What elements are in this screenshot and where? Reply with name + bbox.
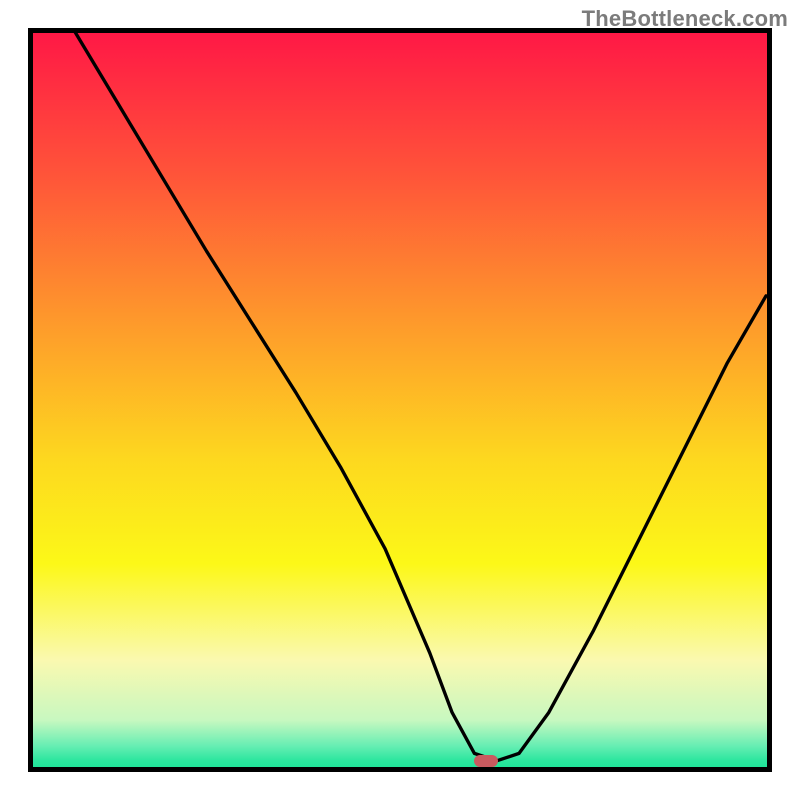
chart-container: TheBottleneck.com	[0, 0, 800, 800]
bottleneck-curve	[28, 28, 772, 772]
plot-area	[28, 28, 772, 772]
optimum-marker	[474, 755, 498, 767]
watermark-text: TheBottleneck.com	[582, 6, 788, 32]
